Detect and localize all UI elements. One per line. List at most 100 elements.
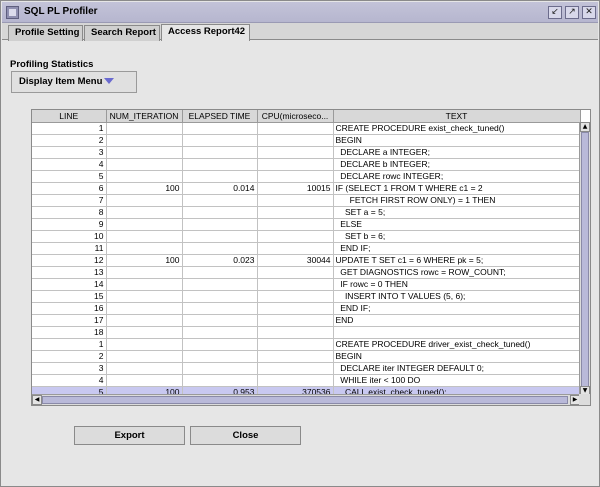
table-row[interactable]: 8 SET a = 5;	[32, 206, 581, 219]
cell-elapsed-time	[182, 230, 258, 243]
cell-cpu	[257, 218, 334, 231]
cell-elapsed-time: 0.023	[182, 254, 258, 267]
table-row[interactable]: 1 CREATE PROCEDURE exist_check_tuned()	[32, 122, 581, 135]
cell-cpu	[257, 338, 334, 351]
cell-line: 16	[32, 302, 107, 315]
cell-text: BEGIN	[333, 134, 581, 147]
cell-num-iteration	[106, 134, 183, 147]
window-title: SQL PL Profiler	[24, 6, 98, 17]
export-button[interactable]: Export	[74, 426, 185, 445]
column-header-cpu[interactable]: CPU(microseco...	[257, 110, 334, 123]
table-row[interactable]: 15 INSERT INTO T VALUES (5, 6);	[32, 290, 581, 303]
scroll-up-icon[interactable]: ▲	[580, 122, 590, 132]
column-header-line[interactable]: LINE	[32, 110, 107, 123]
table-header-row: LINE NUM_ITERATION ELAPSED TIME CPU(micr…	[32, 110, 581, 123]
table-row[interactable]: 11 END IF;	[32, 242, 581, 255]
table-row[interactable]: 2 BEGIN	[32, 134, 581, 147]
cell-line: 7	[32, 194, 107, 207]
cell-elapsed-time	[182, 134, 258, 147]
cell-text: DECLARE rowc INTEGER;	[333, 170, 581, 183]
table-row[interactable]: 3 DECLARE a INTEGER;	[32, 146, 581, 159]
cell-cpu	[257, 350, 334, 363]
vertical-scroll-thumb[interactable]	[581, 132, 589, 388]
cell-text: END IF;	[333, 302, 581, 315]
table-row[interactable]: 5 DECLARE rowc INTEGER;	[32, 170, 581, 183]
cell-elapsed-time	[182, 194, 258, 207]
table-row[interactable]: 18	[32, 326, 581, 339]
tab-profile-setting[interactable]: Profile Setting	[8, 25, 83, 41]
cell-line: 14	[32, 278, 107, 291]
cell-line: 4	[32, 374, 107, 387]
tab-access-report[interactable]: Access Report42	[161, 24, 250, 41]
vertical-scrollbar[interactable]: ▲ ▼	[579, 122, 590, 396]
cell-text: DECLARE iter INTEGER DEFAULT 0;	[333, 362, 581, 375]
column-header-text[interactable]: TEXT	[333, 110, 581, 123]
statistics-grid: LINE NUM_ITERATION ELAPSED TIME CPU(micr…	[32, 110, 581, 399]
table-row[interactable]: 17 END	[32, 314, 581, 327]
cell-text	[333, 326, 581, 339]
cell-elapsed-time	[182, 218, 258, 231]
cell-text: SET a = 5;	[333, 206, 581, 219]
cell-cpu	[257, 278, 334, 291]
close-icon[interactable]: ✕	[582, 6, 596, 19]
table-row[interactable]: 4 WHILE iter < 100 DO	[32, 374, 581, 387]
table-row[interactable]: 6 100 0.014 10015 IF (SELECT 1 FROM T WHERE …	[32, 182, 581, 195]
cell-text: WHILE iter < 100 DO	[333, 374, 581, 387]
horizontal-scroll-thumb[interactable]	[42, 396, 568, 404]
table-row[interactable]: 4 DECLARE b INTEGER;	[32, 158, 581, 171]
cell-num-iteration	[106, 302, 183, 315]
table-row[interactable]: 13 GET DIAGNOSTICS rowc = ROW_COUNT;	[32, 266, 581, 279]
table-row[interactable]: 16 END IF;	[32, 302, 581, 315]
cell-num-iteration	[106, 326, 183, 339]
cell-line: 18	[32, 326, 107, 339]
cell-num-iteration	[106, 170, 183, 183]
cell-line: 4	[32, 158, 107, 171]
cell-cpu	[257, 122, 334, 135]
title-bar: SQL PL Profiler ↙ ↗ ✕	[2, 2, 598, 23]
scroll-left-icon[interactable]: ◀	[32, 395, 42, 405]
cell-num-iteration	[106, 218, 183, 231]
cell-elapsed-time	[182, 242, 258, 255]
table-row[interactable]: 10 SET b = 6;	[32, 230, 581, 243]
tab-search-report[interactable]: Search Report	[84, 25, 160, 41]
cell-line: 15	[32, 290, 107, 303]
cell-num-iteration	[106, 290, 183, 303]
maximize-icon[interactable]: ↗	[565, 6, 579, 19]
close-button[interactable]: Close	[190, 426, 301, 445]
minimize-icon[interactable]: ↙	[548, 6, 562, 19]
cell-elapsed-time: 0.014	[182, 182, 258, 195]
cell-elapsed-time	[182, 350, 258, 363]
cell-elapsed-time	[182, 158, 258, 171]
table-row[interactable]: 1 CREATE PROCEDURE driver_exist_check_tun…	[32, 338, 581, 351]
display-item-menu-button[interactable]: Display Item Menu	[11, 71, 137, 93]
cell-elapsed-time	[182, 266, 258, 279]
column-header-num-iteration[interactable]: NUM_ITERATION	[106, 110, 183, 123]
cell-text: ELSE	[333, 218, 581, 231]
cell-elapsed-time	[182, 314, 258, 327]
column-header-elapsed-time[interactable]: ELAPSED TIME	[182, 110, 258, 123]
cell-num-iteration	[106, 146, 183, 159]
tab-content: Profiling Statistics Display Item Menu L…	[2, 41, 598, 486]
table-row[interactable]: 9 ELSE	[32, 218, 581, 231]
cell-elapsed-time	[182, 146, 258, 159]
table-row[interactable]: 12 100 0.023 30044 UPDATE T SET c1 = 6 WHERE…	[32, 254, 581, 267]
table-row[interactable]: 2 BEGIN	[32, 350, 581, 363]
cell-line: 3	[32, 146, 107, 159]
cell-text: DECLARE b INTEGER;	[333, 158, 581, 171]
cell-cpu	[257, 302, 334, 315]
cell-text: END	[333, 314, 581, 327]
table-row[interactable]: 7 FETCH FIRST ROW ONLY) = 1 THEN	[32, 194, 581, 207]
cell-num-iteration	[106, 314, 183, 327]
table-row[interactable]: 3 DECLARE iter INTEGER DEFAULT 0;	[32, 362, 581, 375]
cell-elapsed-time	[182, 290, 258, 303]
cell-line: 11	[32, 242, 107, 255]
table-row[interactable]: 14 IF rowc = 0 THEN	[32, 278, 581, 291]
horizontal-scrollbar[interactable]: ◀ ▶	[32, 394, 580, 405]
dropdown-arrow-icon	[104, 78, 115, 85]
cell-text: SET b = 6;	[333, 230, 581, 243]
cell-num-iteration	[106, 338, 183, 351]
cell-text: FETCH FIRST ROW ONLY) = 1 THEN	[333, 194, 581, 207]
statistics-table[interactable]: LINE NUM_ITERATION ELAPSED TIME CPU(micr…	[31, 109, 591, 406]
cell-elapsed-time	[182, 374, 258, 387]
cell-line: 13	[32, 266, 107, 279]
